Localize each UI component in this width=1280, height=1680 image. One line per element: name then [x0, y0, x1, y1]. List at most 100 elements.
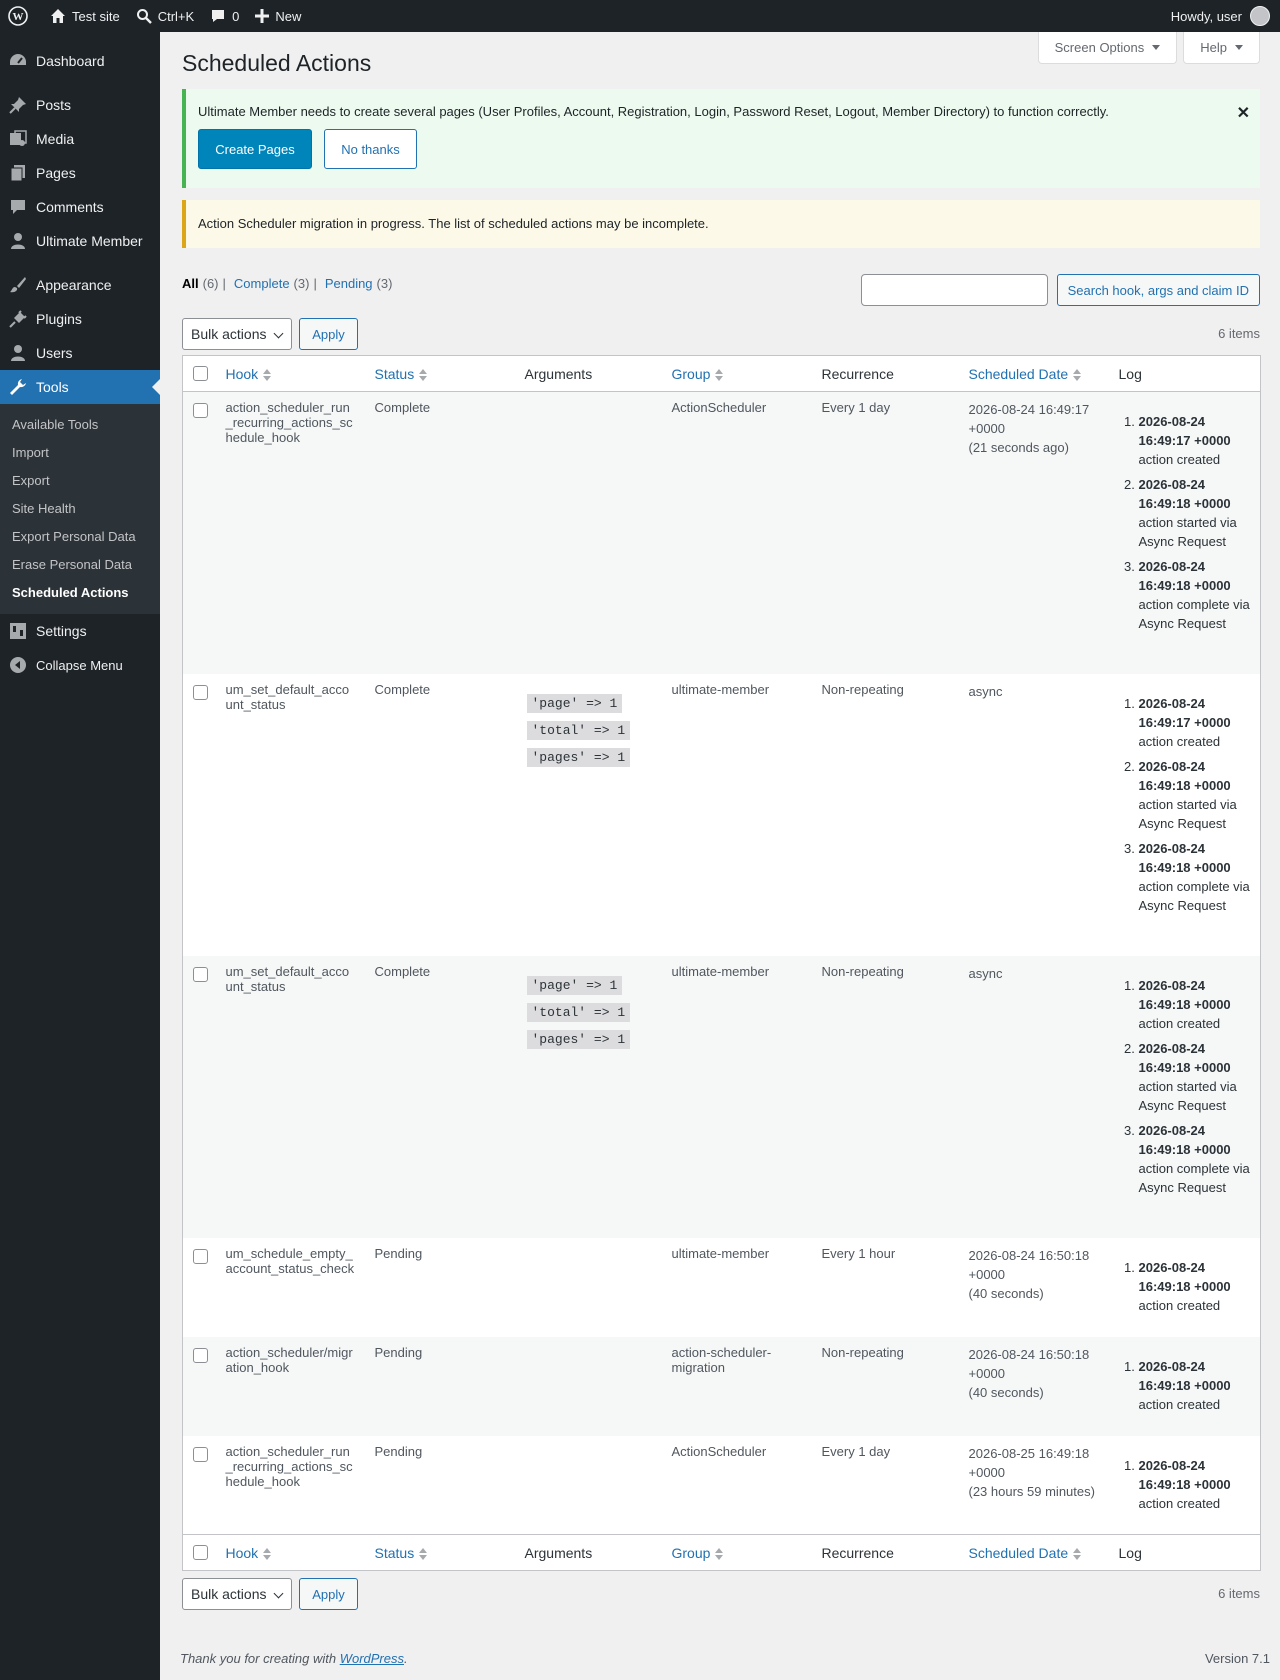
search-button[interactable]: Search hook, args and claim ID — [1056, 274, 1260, 306]
column-arguments: Arguments — [514, 1534, 662, 1571]
select-all-cell — [182, 1534, 216, 1571]
log-entry: 2026-08-24 16:49:18 +0000 action created — [1139, 1456, 1251, 1513]
menu-item-ultimate-member[interactable]: Ultimate Member — [0, 224, 160, 258]
menu-item-posts[interactable]: Posts — [0, 88, 160, 122]
menu-item-settings[interactable]: Settings — [0, 614, 160, 648]
filter-pending[interactable]: Pending — [325, 276, 373, 291]
bulk-actions-select[interactable]: Bulk actions — [182, 1578, 292, 1610]
close-icon[interactable]: ✕ — [1237, 103, 1250, 123]
arguments-cell: 'page' => 1 'total' => 1 'pages' => 1 — [515, 674, 662, 956]
actions-table: Hook Status Arguments Group Recurrence S… — [182, 355, 1261, 1571]
sort-icon — [419, 368, 428, 381]
collapse-menu-button[interactable]: Collapse Menu — [0, 648, 160, 682]
select-all-checkbox[interactable] — [193, 366, 208, 381]
chevron-down-icon — [273, 328, 284, 339]
log-cell: 2026-08-24 16:49:17 +0000 action created… — [1109, 674, 1261, 956]
menu-item-appearance[interactable]: Appearance — [0, 268, 160, 302]
pages-icon — [8, 163, 28, 183]
sort-icon — [715, 1547, 724, 1560]
row-checkbox[interactable] — [193, 1446, 208, 1462]
menu-item-users[interactable]: Users — [0, 336, 160, 370]
submenu-available-tools[interactable]: Available Tools — [0, 411, 160, 439]
howdy-text: Howdy, user — [1170, 8, 1242, 24]
column-scheduled-date[interactable]: Scheduled Date — [958, 355, 1109, 392]
bulk-actions-select[interactable]: Bulk actions — [182, 318, 292, 350]
group-cell: ActionScheduler — [671, 1443, 767, 1459]
apply-button[interactable]: Apply — [299, 318, 358, 350]
status-filters: All (6) | Complete (3) | Pending (3) — [182, 276, 392, 291]
row-checkbox[interactable] — [193, 966, 208, 982]
apply-button[interactable]: Apply — [299, 1578, 358, 1610]
row-checkbox-cell — [183, 392, 216, 674]
row-checkbox[interactable] — [193, 1248, 208, 1264]
screen-options-label: Screen Options — [1054, 40, 1145, 55]
group-cell: ActionScheduler — [671, 400, 767, 415]
filter-all-count: (6) — [202, 276, 219, 291]
site-name-link[interactable]: Test site — [42, 0, 128, 32]
chevron-down-icon — [273, 1588, 284, 1599]
screen-options-button[interactable]: Screen Options — [1037, 32, 1178, 64]
table-row: um_set_default_account_status Complete 'pa… — [183, 674, 1261, 956]
argument-value: 'total' => 1 — [526, 1002, 631, 1022]
menu-item-plugins[interactable]: Plugins — [0, 302, 160, 336]
filter-separator: | — [313, 276, 317, 291]
column-hook[interactable]: Hook — [215, 355, 365, 392]
wrench-icon — [8, 377, 28, 397]
my-account[interactable]: Howdy, user — [1171, 6, 1280, 26]
row-checkbox[interactable] — [193, 684, 208, 700]
submenu-erase-personal-data[interactable]: Erase Personal Data — [0, 551, 160, 579]
submenu-site-health[interactable]: Site Health — [0, 495, 160, 523]
admin-bar: W Test site Ctrl+K 0 New Howdy, user — [0, 0, 1280, 32]
log-cell: 2026-08-24 16:49:18 +0000 action created… — [1109, 956, 1261, 1238]
column-group[interactable]: Group — [661, 355, 812, 392]
submenu-export[interactable]: Export — [0, 467, 160, 495]
create-pages-button[interactable]: Create Pages — [198, 129, 312, 169]
date-line: 2026-08-25 16:49:18 — [968, 1445, 1090, 1461]
log-message: action complete via Async Request — [1138, 597, 1250, 631]
filter-complete[interactable]: Complete — [234, 276, 290, 291]
new-content-link[interactable]: New — [247, 0, 309, 32]
footer-period: . — [404, 1651, 408, 1666]
help-button[interactable]: Help — [1183, 32, 1260, 64]
menu-item-pages[interactable]: Pages — [0, 156, 160, 190]
menu-item-dashboard[interactable]: Dashboard — [0, 44, 160, 78]
date-line: async — [968, 965, 1003, 981]
column-scheduled-date[interactable]: Scheduled Date — [958, 1534, 1109, 1571]
menu-item-label: Appearance — [36, 277, 112, 293]
menu-item-comments[interactable]: Comments — [0, 190, 160, 224]
row-checkbox[interactable] — [193, 403, 208, 418]
wordpress-logo-icon[interactable]: W — [0, 0, 42, 32]
group-cell: ultimate-member — [671, 681, 770, 697]
filter-all[interactable]: All — [182, 276, 199, 291]
argument-item: 'pages' => 1 — [525, 1026, 652, 1053]
select-all-cell — [182, 355, 216, 392]
log-entry: 2026-08-24 16:49:18 +0000 action created — [1139, 1258, 1251, 1315]
recurrence-cell: Non-repeating — [821, 1344, 904, 1360]
menu-item-tools[interactable]: Tools — [0, 370, 160, 404]
row-checkbox[interactable] — [193, 1347, 208, 1363]
scheduled-date-cell: 2026-08-24 16:50:18 +0000 (40 seconds) — [959, 1238, 1109, 1337]
dashboard-icon — [8, 51, 28, 71]
comments-link[interactable]: 0 — [202, 0, 247, 32]
submenu-export-personal-data[interactable]: Export Personal Data — [0, 523, 160, 551]
arguments-cell — [515, 1238, 662, 1337]
filter-complete-count: (3) — [293, 276, 310, 291]
table-footer: Hook Status Arguments Group Recurrence S… — [182, 1534, 1261, 1571]
column-status[interactable]: Status — [364, 355, 515, 392]
select-all-checkbox[interactable] — [193, 1545, 208, 1560]
column-label: Group — [671, 365, 711, 382]
filter-separator: | — [222, 276, 226, 291]
log-list: 2026-08-24 16:49:18 +0000 action created — [1109, 1456, 1251, 1513]
column-status[interactable]: Status — [364, 1534, 515, 1571]
menu-item-media[interactable]: Media — [0, 122, 160, 156]
command-palette-button[interactable]: Ctrl+K — [128, 0, 202, 32]
submenu-import[interactable]: Import — [0, 439, 160, 467]
column-group[interactable]: Group — [661, 1534, 812, 1571]
search-input[interactable] — [860, 274, 1048, 306]
no-thanks-button[interactable]: No thanks — [324, 129, 417, 169]
column-hook[interactable]: Hook — [215, 1534, 365, 1571]
bulk-actions-label: Bulk actions — [191, 326, 267, 342]
submenu-scheduled-actions[interactable]: Scheduled Actions — [0, 579, 160, 607]
wordpress-link[interactable]: WordPress — [340, 1651, 404, 1666]
plus-icon — [255, 9, 270, 23]
